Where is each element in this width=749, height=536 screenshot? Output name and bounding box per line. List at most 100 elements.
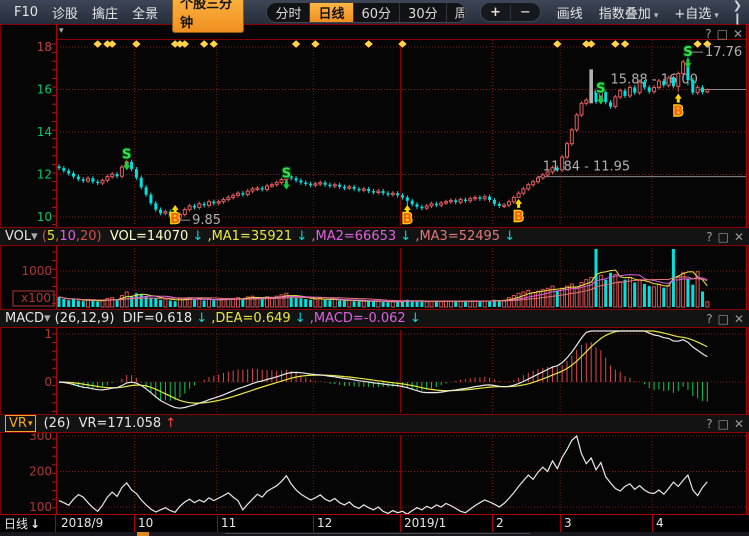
index-overlay-dropdown[interactable]: 指数叠加▾ [599, 3, 659, 22]
header-segment: 10 [59, 229, 76, 244]
svg-text:10: 10 [37, 210, 52, 224]
svg-text:14: 14 [37, 125, 52, 139]
vol-pane-header[interactable]: VOL▾ (5,10,20) VOL=14070 ↓ ,MA1=35921 ↓ … [0, 227, 749, 246]
menu-f10[interactable]: F10 [14, 5, 38, 20]
time-axis: 日线↓ 2018/9 10 11 12 2019/1 2 3 4 [0, 514, 749, 533]
help-icon[interactable]: ? [706, 417, 712, 431]
vr-indicator-selector[interactable]: VR▾ [5, 415, 36, 432]
zoom-out-button[interactable]: − [511, 5, 540, 20]
header-segment: (26,12,9) [55, 311, 123, 326]
header-segment: ↓ [406, 311, 421, 326]
toolbar-right-group: 画线 指数叠加▾ +自选▾ ❯❙ [541, 0, 743, 25]
xaxis-label: 3 [564, 516, 572, 530]
header-segment: ↑ [161, 416, 176, 431]
stock-3min-button[interactable]: 个股三分钟 [172, 0, 244, 33]
stock-chart-window: F10 诊股 擒庄 全景 个股三分钟 分时 日线 60分 30分 周线▾ + −… [0, 0, 749, 536]
tab-intraday[interactable]: 分时 [267, 2, 310, 23]
header-segment: ↓ [292, 229, 307, 244]
tab-daily[interactable]: 日线 [310, 2, 353, 23]
zoom-in-button[interactable]: + [481, 5, 511, 20]
xaxis-tick [134, 515, 135, 532]
header-segment: ,MACD=-0.062 [306, 311, 406, 326]
svg-text:1000: 1000 [21, 264, 52, 278]
xaxis-tick [560, 515, 561, 532]
header-segment: ↓ [396, 229, 411, 244]
svg-text:200: 200 [29, 465, 52, 479]
help-icon[interactable]: ? [705, 27, 711, 41]
period-indicator[interactable]: 日线↓ [0, 515, 56, 532]
xaxis-label: 10 [138, 516, 153, 530]
svg-text:S: S [122, 147, 131, 162]
svg-text:18: 18 [37, 40, 52, 54]
header-segment: VOL=14070 [110, 229, 188, 244]
charts-canvas[interactable]: 18161412101000x1001030020010015.88 - 16.… [0, 0, 749, 536]
xaxis-label: 11 [221, 516, 236, 530]
add-watchlist-dropdown[interactable]: +自选▾ [674, 3, 718, 22]
xaxis-label: 2018/9 [61, 516, 103, 530]
header-segment: DIF=0.618 [123, 311, 192, 326]
header-segment: ▾ [31, 229, 42, 244]
vr-header-text: (26) VR=171.058 ↑ [39, 416, 176, 431]
svg-text:B: B [402, 212, 412, 227]
svg-text:16: 16 [37, 83, 52, 97]
xaxis-label: 12 [317, 516, 332, 530]
draw-line-button[interactable]: 画线 [557, 3, 583, 22]
header-segment: ↓ [188, 229, 203, 244]
menu-catch-banker[interactable]: 擒庄 [92, 3, 118, 22]
help-icon[interactable]: ? [706, 230, 712, 244]
maximize-icon[interactable]: □ [718, 312, 729, 326]
header-segment: ,DEA=0.649 [207, 311, 291, 326]
xaxis-label: 4 [656, 516, 664, 530]
header-segment: ,MA3=52495 [411, 229, 500, 244]
close-icon[interactable]: ✕ [734, 230, 744, 244]
header-segment: (26) [39, 416, 78, 431]
svg-text:0: 0 [44, 375, 52, 389]
help-icon[interactable]: ? [706, 312, 712, 326]
bottom-status-strip [0, 532, 749, 536]
svg-text:1: 1 [44, 327, 52, 341]
chevron-down-icon: ▾ [28, 419, 33, 429]
macd-pane-header[interactable]: MACD▾ (26,12,9) DIF=0.618 ↓ ,DEA=0.649 ↓… [0, 309, 749, 328]
macd-header-text: MACD▾ (26,12,9) DIF=0.618 ↓ ,DEA=0.649 ↓… [5, 311, 421, 326]
svg-text:9.85: 9.85 [192, 213, 221, 228]
tab-60min[interactable]: 60分 [354, 2, 401, 23]
period-tabs: 分时 日线 60分 30分 周线▾ [266, 2, 466, 23]
xaxis-tick [217, 515, 218, 532]
status-chip [137, 532, 149, 536]
xaxis-tick [313, 515, 314, 532]
maximize-icon[interactable]: □ [718, 230, 729, 244]
svg-text:B: B [673, 105, 683, 120]
xaxis-label: 2 [496, 516, 504, 530]
tab-30min[interactable]: 30分 [400, 2, 447, 23]
svg-text:S: S [282, 166, 291, 181]
close-icon[interactable]: ✕ [733, 27, 743, 41]
chevron-down-icon: ▾ [714, 11, 719, 21]
xaxis-tick [492, 515, 493, 532]
chevron-down-icon: ▾ [654, 11, 659, 21]
header-segment: VR=171.058 [79, 416, 162, 431]
header-segment: 5 [47, 229, 55, 244]
main-indicator-dropdown[interactable]: ▾ [59, 26, 64, 36]
menu-panorama[interactable]: 全景 [132, 3, 158, 22]
header-segment: ) [97, 229, 110, 244]
svg-text:x100: x100 [21, 291, 51, 305]
xaxis-label: 2019/1 [404, 516, 446, 530]
xaxis-tick [400, 515, 401, 532]
close-icon[interactable]: ✕ [734, 312, 744, 326]
maximize-icon[interactable]: □ [718, 417, 729, 431]
header-segment: ↓ [192, 311, 207, 326]
vr-pane-header[interactable]: VR▾ (26) VR=171.058 ↑ ? □ ✕ [0, 414, 749, 433]
header-segment: ↓ [500, 229, 515, 244]
vol-pane-controls: ? □ ✕ [701, 230, 744, 244]
header-segment: MACD [5, 311, 44, 326]
close-icon[interactable]: ✕ [734, 417, 744, 431]
vol-header-text: VOL▾ (5,10,20) VOL=14070 ↓ ,MA1=35921 ↓ … [5, 229, 515, 244]
header-segment: VOL [5, 229, 31, 244]
header-segment: ↓ [291, 311, 306, 326]
maximize-icon[interactable]: □ [717, 27, 728, 41]
menu-diagnose-stock[interactable]: 诊股 [52, 3, 78, 22]
tab-weekly[interactable]: 周线▾ [447, 2, 466, 23]
svg-text:17.76: 17.76 [705, 45, 742, 60]
xaxis-tick [652, 515, 653, 532]
collapse-panel-icon[interactable]: ❯❙ [733, 0, 743, 25]
